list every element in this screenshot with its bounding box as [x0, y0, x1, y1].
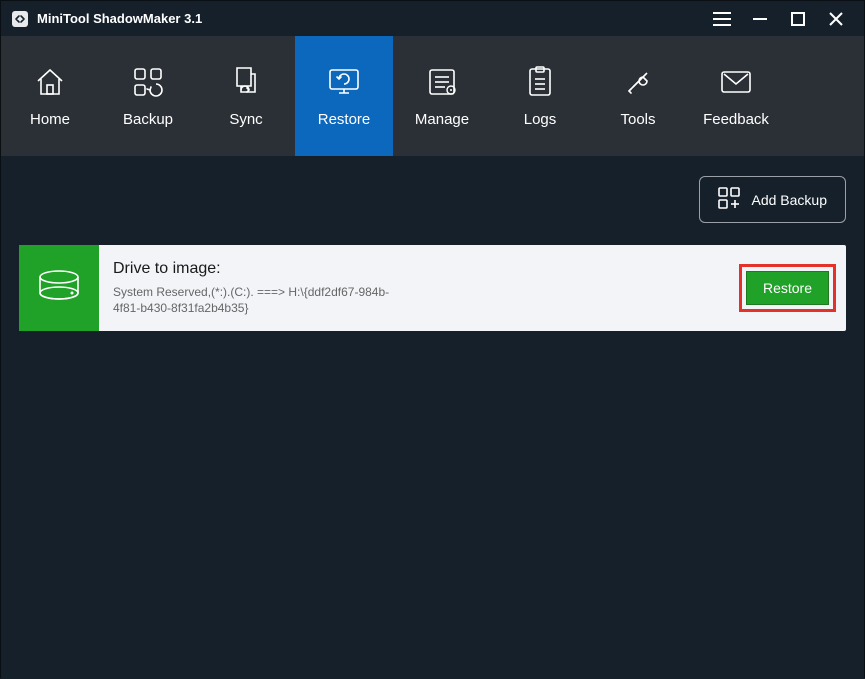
restore-highlight-frame: Restore — [739, 264, 836, 312]
backup-icon — [131, 65, 165, 99]
nav-label: Logs — [524, 111, 557, 128]
backup-card-title: Drive to image: — [113, 260, 725, 278]
nav-item-logs[interactable]: Logs — [491, 36, 589, 156]
titlebar-left: MiniTool ShadowMaker 3.1 — [11, 10, 712, 28]
add-backup-label: Add Backup — [752, 192, 828, 208]
hamburger-icon[interactable] — [712, 9, 732, 29]
nav-label: Feedback — [703, 111, 769, 128]
grid-plus-icon — [718, 187, 740, 212]
nav-label: Restore — [318, 111, 371, 128]
app-title: MiniTool ShadowMaker 3.1 — [37, 11, 202, 26]
restore-button[interactable]: Restore — [746, 271, 829, 305]
toolbar-row: Add Backup — [19, 176, 846, 223]
nav-item-backup[interactable]: Backup — [99, 36, 197, 156]
backup-card: Drive to image: System Reserved,(*:).(C:… — [19, 245, 846, 331]
content-area: Add Backup Drive to image: System Reserv… — [1, 156, 864, 679]
backup-card-description: System Reserved,(*:).(C:). ===> H:\{ddf2… — [113, 284, 413, 316]
tools-icon — [621, 65, 655, 99]
window-controls — [712, 9, 854, 29]
nav-label: Manage — [415, 111, 469, 128]
manage-icon — [425, 65, 459, 99]
sync-icon — [229, 65, 263, 99]
maximize-icon[interactable] — [788, 9, 808, 29]
titlebar: MiniTool ShadowMaker 3.1 — [1, 1, 864, 36]
nav-label: Tools — [620, 111, 655, 128]
nav-item-sync[interactable]: Sync — [197, 36, 295, 156]
backup-card-body: Drive to image: System Reserved,(*:).(C:… — [99, 245, 739, 331]
add-backup-button[interactable]: Add Backup — [699, 176, 847, 223]
nav-item-tools[interactable]: Tools — [589, 36, 687, 156]
backup-card-iconbox — [19, 245, 99, 331]
nav-item-feedback[interactable]: Feedback — [687, 36, 785, 156]
nav-item-restore[interactable]: Restore — [295, 36, 393, 156]
app-logo-icon — [11, 10, 29, 28]
nav-item-manage[interactable]: Manage — [393, 36, 491, 156]
nav-item-home[interactable]: Home — [1, 36, 99, 156]
close-icon[interactable] — [826, 9, 846, 29]
nav-label: Backup — [123, 111, 173, 128]
minimize-icon[interactable] — [750, 9, 770, 29]
main-nav: Home Backup Sync Restore Manage Logs T — [1, 36, 864, 156]
drive-icon — [36, 269, 82, 308]
home-icon — [33, 65, 67, 99]
nav-label: Sync — [229, 111, 262, 128]
feedback-icon — [719, 65, 753, 99]
backup-card-action: Restore — [739, 245, 846, 331]
nav-label: Home — [30, 111, 70, 128]
restore-icon — [327, 65, 361, 99]
logs-icon — [523, 65, 557, 99]
